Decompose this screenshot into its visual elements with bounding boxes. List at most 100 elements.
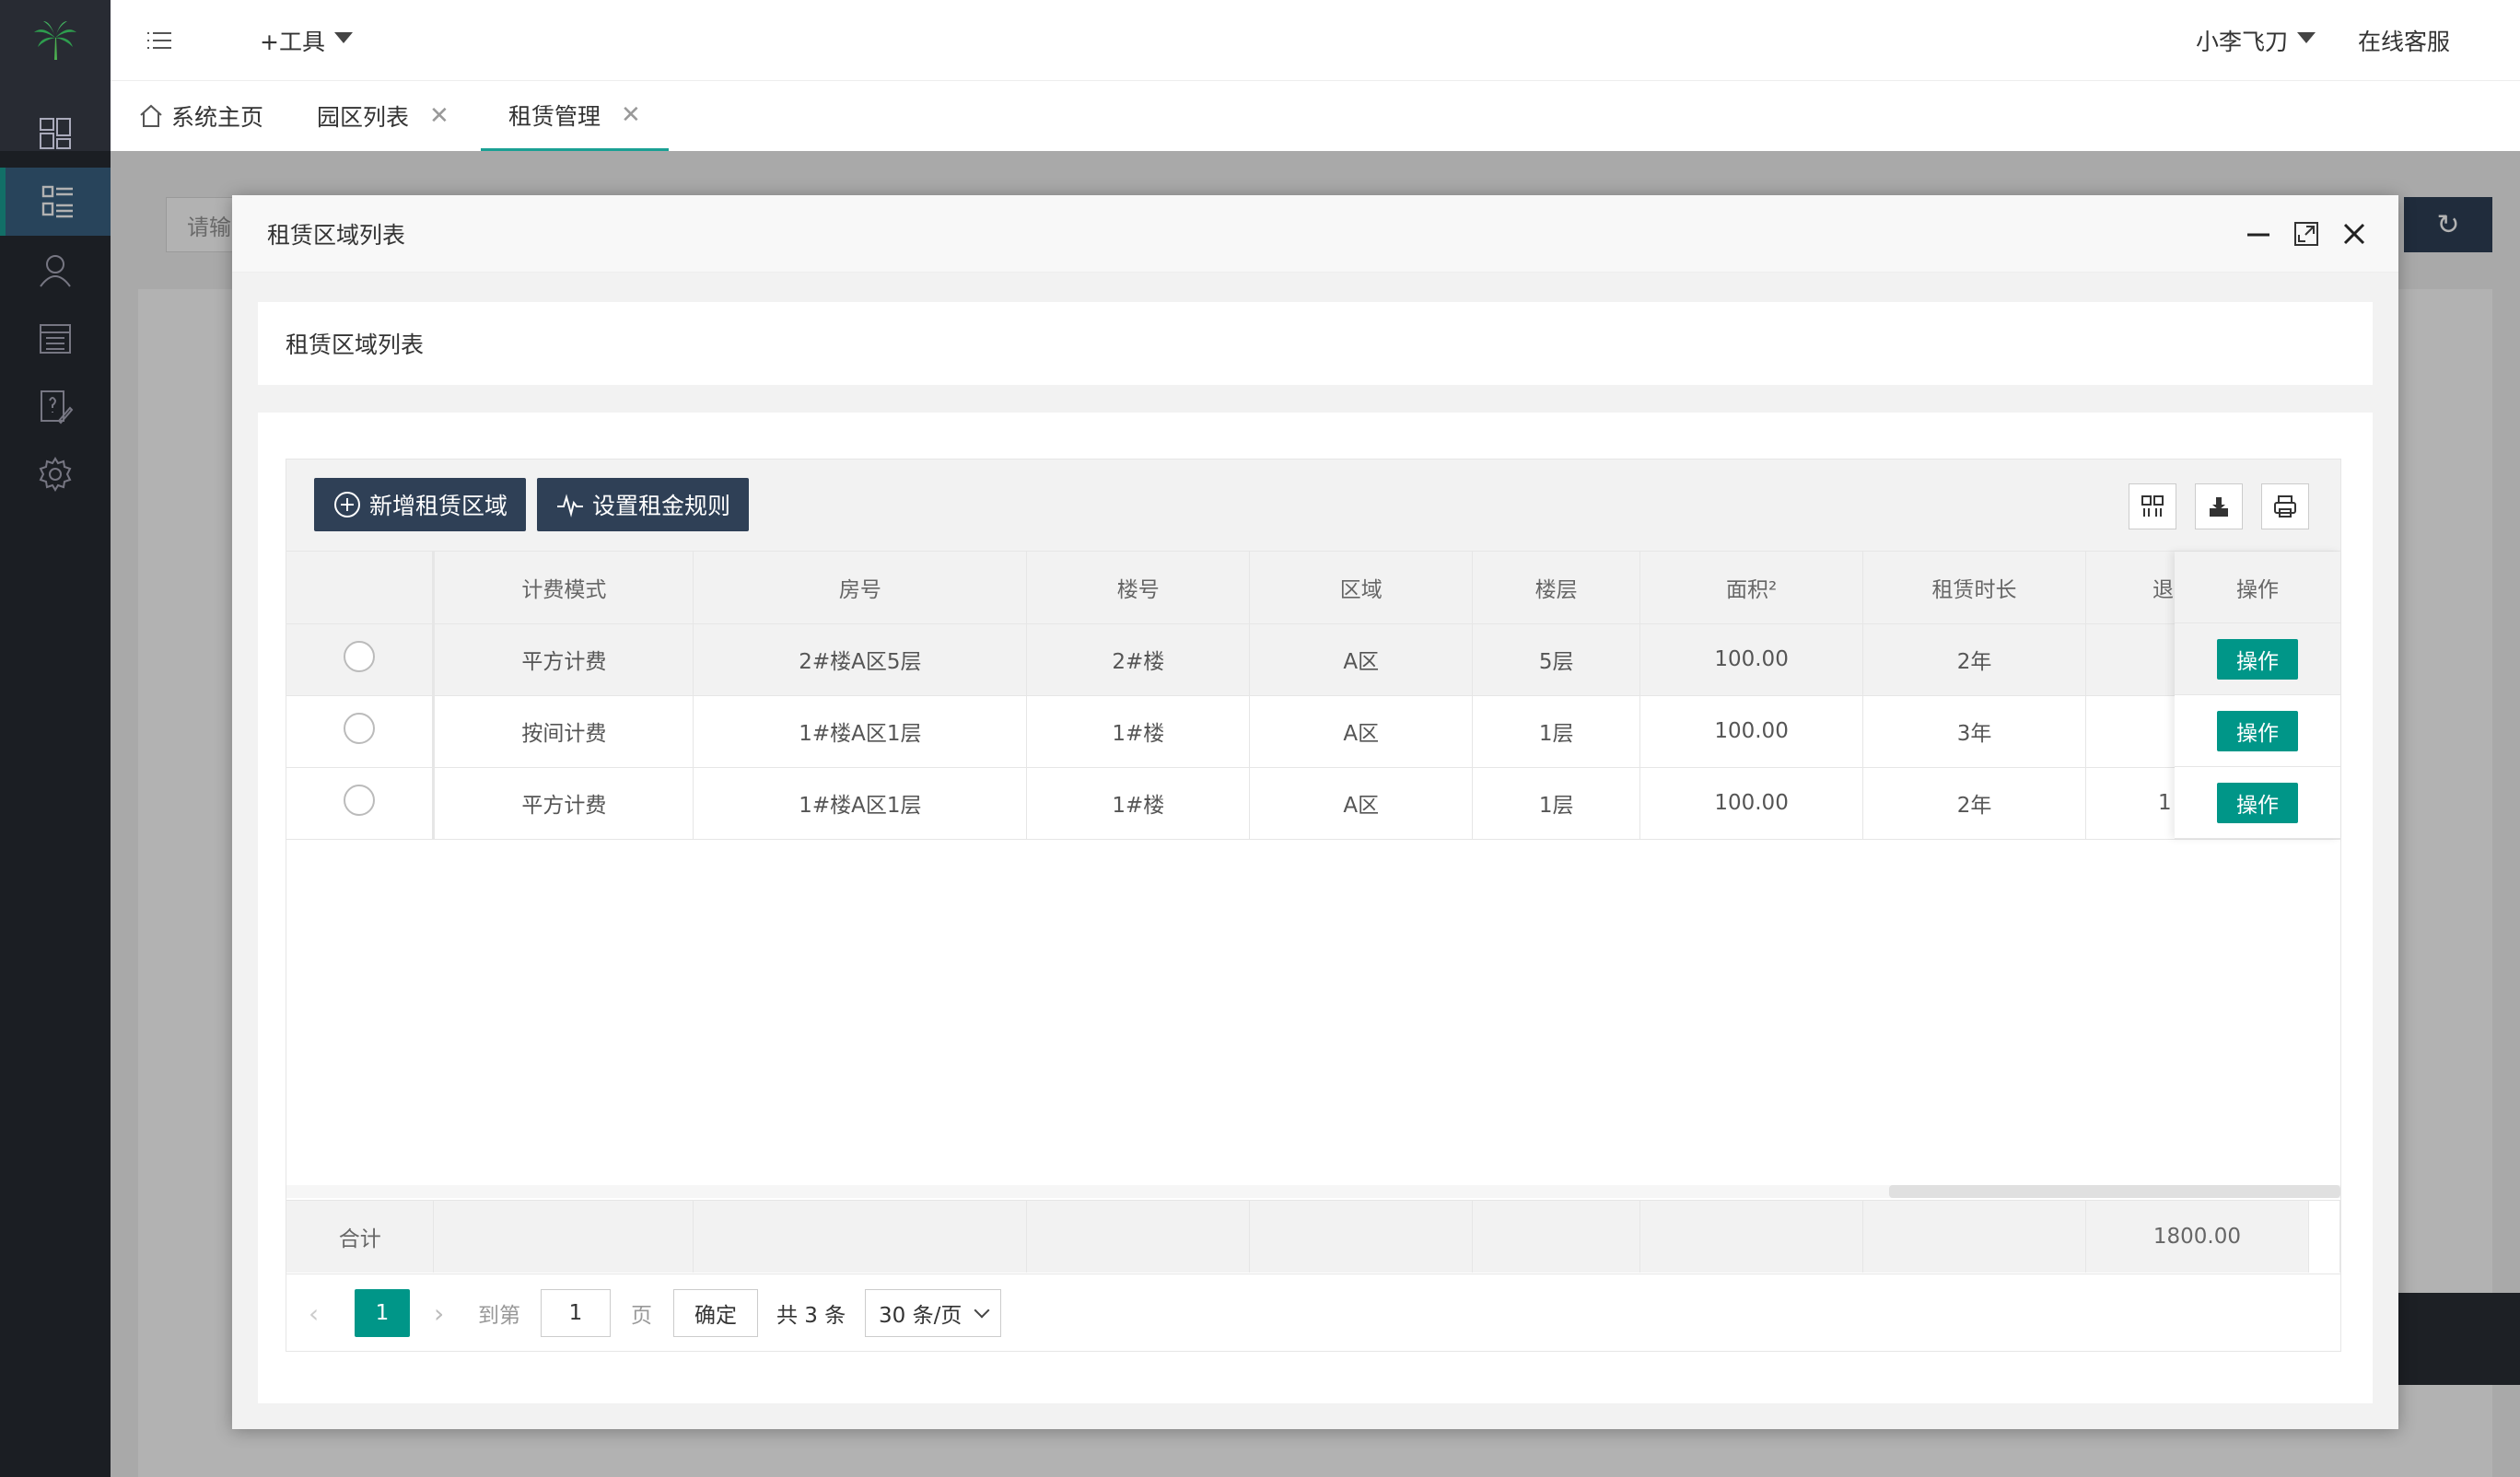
table-header-row: 计费模式 房号 楼号 区域 楼层 面积² 租赁时长 退 (286, 552, 2340, 624)
action-cell: 操作 (2175, 623, 2340, 695)
column-header[interactable]: 楼号 (1026, 552, 1251, 624)
table-cell: 1#楼A区1层 (693, 695, 1028, 768)
table-cell: 1#楼A区1层 (693, 767, 1028, 840)
home-icon (140, 104, 162, 127)
table-cell: 1层 (1472, 767, 1641, 840)
dashboard-icon (40, 118, 71, 149)
totals-cell (2308, 1200, 2341, 1273)
support-label: 在线客服 (2358, 29, 2451, 55)
menu-toggle-button[interactable] (146, 0, 173, 81)
top-header: +工具 小李飞刀 在线客服 (111, 0, 2520, 81)
page-size-value: 30 条/页 (879, 1304, 962, 1328)
table-cell: 1层 (1472, 695, 1641, 768)
set-rent-rule-button[interactable]: 设置租金规则 (537, 478, 750, 531)
table-cell: 1#楼 (1026, 695, 1251, 768)
table-cell: 100.00 (1639, 767, 1864, 840)
palm-tree-icon (34, 21, 76, 60)
minimize-icon (2247, 233, 2269, 237)
tools-menu[interactable]: +工具 (260, 0, 353, 81)
row-action-button[interactable]: 操作 (2217, 782, 2298, 823)
totals-cell (1472, 1200, 1641, 1273)
user-menu[interactable]: 小李飞刀 (2196, 0, 2316, 81)
row-radio[interactable] (344, 785, 376, 816)
table-cell: 3年 (1862, 695, 2086, 768)
goto-label: 到第 (478, 1304, 520, 1328)
totals-value: 1800.00 (2085, 1200, 2309, 1273)
table-cell: A区 (1249, 695, 1474, 768)
maximize-icon (2294, 222, 2318, 246)
add-lease-area-button[interactable]: 新增租赁区域 (314, 478, 527, 531)
page-jump-input[interactable]: 1 (541, 1289, 611, 1337)
column-header[interactable]: 租赁时长 (1862, 552, 2086, 624)
pagination: ‹ 1 › 到第 1 页 确定 共 3 条 30 条/页 (286, 1273, 2340, 1351)
data-grid: 新增租赁区域 设置租金规则 计费模式 房号 楼号 区域 楼层 面积² 租赁时长 … (286, 459, 2341, 1352)
row-radio[interactable] (344, 713, 376, 744)
dialog-section-header: 租赁区域列表 (258, 302, 2373, 385)
table-cell: 2年 (1862, 767, 2086, 840)
tab-label: 园区列表 (317, 104, 410, 131)
column-header[interactable]: 计费模式 (433, 552, 694, 624)
table-row[interactable]: 按间计费 1#楼A区1层 1#楼 A区 1层 100.00 3年 (286, 695, 2340, 768)
columns-icon (2141, 495, 2164, 517)
chevron-down-icon (974, 1302, 990, 1319)
close-icon (2343, 223, 2365, 245)
table-cell: 1#楼 (1026, 767, 1251, 840)
horizontal-scrollbar[interactable] (1889, 1185, 2340, 1198)
lease-area-dialog: 租赁区域列表 租赁区域列表 新增租赁区域 设置租金规则 计费模式 房号 楼号 区… (232, 195, 2398, 1429)
pulse-icon (557, 494, 583, 518)
add-circle-icon (334, 492, 360, 518)
totals-cell (1026, 1200, 1251, 1273)
minimize-button[interactable] (2240, 215, 2277, 252)
columns-filter-button[interactable] (2129, 483, 2176, 529)
export-button[interactable] (2195, 483, 2243, 529)
total-count: 共 3 条 (776, 1304, 846, 1328)
column-header[interactable]: 面积² (1639, 552, 1864, 624)
row-action-button[interactable]: 操作 (2217, 638, 2298, 680)
action-cell: 操作 (2175, 695, 2340, 767)
totals-cell (1862, 1200, 2086, 1273)
page-jump-confirm-button[interactable]: 确定 (673, 1289, 758, 1337)
dialog-body: 新增租赁区域 设置租金规则 计费模式 房号 楼号 区域 楼层 面积² 租赁时长 … (258, 413, 2373, 1403)
table-cell: 平方计费 (433, 623, 694, 696)
next-page-button[interactable]: › (434, 1289, 444, 1337)
column-header[interactable]: 楼层 (1472, 552, 1641, 624)
table-cell: 2年 (1862, 623, 2086, 696)
row-action-button[interactable]: 操作 (2217, 710, 2298, 751)
close-icon[interactable]: ✕ (621, 101, 641, 129)
caret-down-icon (333, 32, 353, 43)
row-radio[interactable] (344, 641, 376, 672)
tab-home[interactable]: 系统主页 (138, 81, 263, 151)
fixed-action-column: 操作 操作 操作 操作 (2175, 552, 2340, 839)
page-size-select[interactable]: 30 条/页 (865, 1289, 1001, 1337)
tab-park-list[interactable]: 园区列表 ✕ (317, 81, 449, 151)
dialog-titlebar: 租赁区域列表 (232, 195, 2398, 273)
table-cell: 平方计费 (433, 767, 694, 840)
prev-page-button[interactable]: ‹ (309, 1289, 319, 1337)
caret-down-icon (2297, 32, 2316, 43)
table-cell: 5层 (1472, 623, 1641, 696)
close-button[interactable] (2336, 215, 2373, 252)
tab-label: 租赁管理 (508, 102, 601, 130)
select-column-header (286, 552, 436, 624)
online-support-link[interactable]: 在线客服 (2358, 0, 2450, 81)
column-header[interactable]: 房号 (693, 552, 1028, 624)
totals-cell (1249, 1200, 1474, 1273)
logo (0, 0, 111, 81)
menu-icon (147, 32, 171, 49)
close-icon[interactable]: ✕ (429, 102, 449, 130)
table-cell: 100.00 (1639, 623, 1864, 696)
table-cell: 2#楼A区5层 (693, 623, 1028, 696)
user-name: 小李飞刀 (2196, 29, 2289, 55)
table-cell: A区 (1249, 767, 1474, 840)
page-number-current[interactable]: 1 (355, 1289, 410, 1337)
column-header[interactable]: 区域 (1249, 552, 1474, 624)
maximize-button[interactable] (2288, 215, 2325, 252)
print-icon (2274, 495, 2296, 518)
table-cell: 按间计费 (433, 695, 694, 768)
print-button[interactable] (2261, 483, 2309, 529)
table-row[interactable]: 平方计费 2#楼A区5层 2#楼 A区 5层 100.00 2年 (286, 623, 2340, 696)
totals-cell (1639, 1200, 1864, 1273)
tab-lease-management[interactable]: 租赁管理 ✕ (481, 81, 669, 151)
table-row[interactable]: 平方计费 1#楼A区1层 1#楼 A区 1层 100.00 2年 1 (286, 767, 2340, 840)
tab-label: 系统主页 (171, 104, 264, 131)
